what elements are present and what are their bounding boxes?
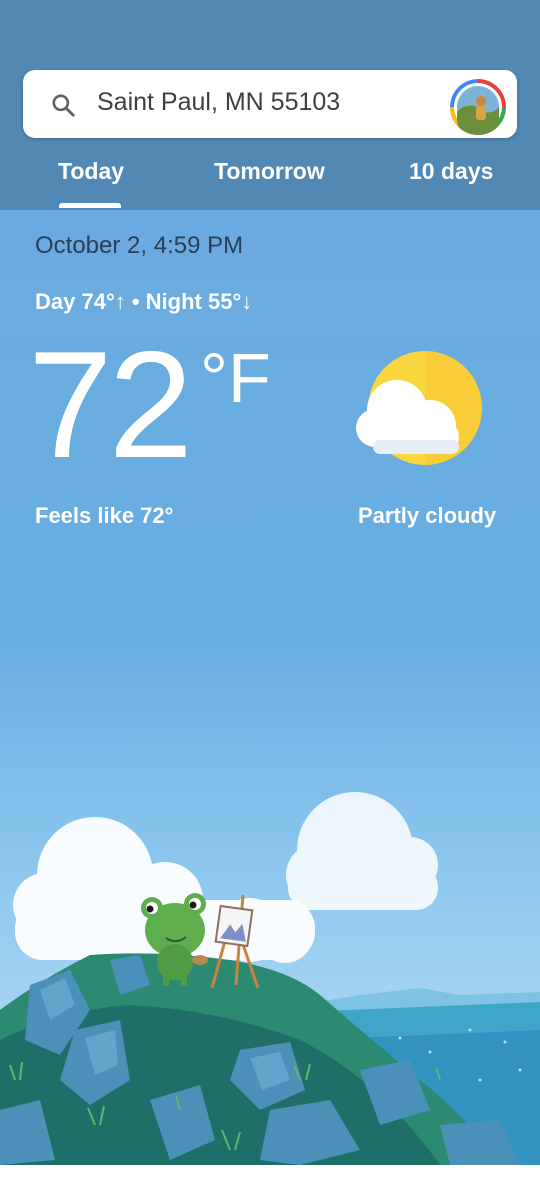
landscape-illustration: [0, 792, 540, 1165]
day-night-temps: Day 74°↑ • Night 55°↓: [35, 289, 253, 314]
current-temperature: 72: [28, 320, 193, 490]
forecast-tabs: Today Tomorrow 10 days: [0, 150, 540, 210]
location-text[interactable]: Saint Paul, MN 55103: [97, 88, 340, 117]
search-icon[interactable]: [50, 92, 76, 118]
tab-tomorrow[interactable]: Tomorrow: [214, 158, 325, 185]
partly-cloudy-icon: [356, 351, 482, 465]
selected-tab-indicator: [59, 203, 121, 208]
tab-today[interactable]: Today: [58, 158, 124, 185]
account-avatar-icon[interactable]: [450, 79, 506, 135]
condition-text: Partly cloudy: [358, 503, 497, 528]
tab-10-days[interactable]: 10 days: [409, 158, 493, 185]
temperature-unit: °F: [200, 339, 271, 417]
bottom-safe-area: [0, 1165, 540, 1200]
feels-like: Feels like 72°: [35, 503, 174, 528]
current-datetime: October 2, 4:59 PM: [35, 232, 244, 259]
cloud-right: [286, 792, 438, 910]
